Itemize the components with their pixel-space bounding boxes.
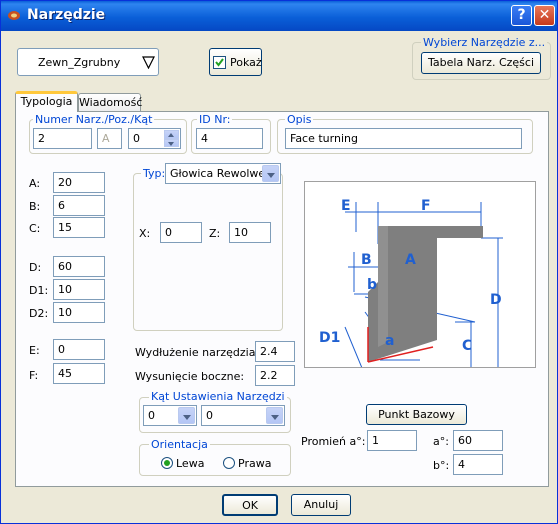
description-field[interactable]: Face turning xyxy=(285,128,522,149)
dim-d-label: D: xyxy=(29,261,42,274)
description-group-label: Opis xyxy=(285,113,314,126)
base-point-button[interactable]: Punkt Bazowy xyxy=(366,404,467,425)
dim-f-field[interactable]: 45 xyxy=(53,363,105,384)
dim-d1-label: D1: xyxy=(29,284,49,297)
tool-table-button[interactable]: Tabela Narz. Części xyxy=(421,52,541,74)
angle-setting-label: Kąt Ustawienia Narzędzi xyxy=(149,390,287,403)
diagram-label-b: B xyxy=(361,252,372,268)
angle-a-value: 0 xyxy=(148,409,155,422)
angle-b-value: 0 xyxy=(206,409,213,422)
checkmark-icon xyxy=(215,58,224,67)
extension-label: Wydłużenie narzędzia: xyxy=(135,346,260,359)
orientation-label: Orientacja xyxy=(149,438,210,451)
angle-b-deg-label: b°: xyxy=(433,459,450,472)
dim-d1-field[interactable]: 10 xyxy=(53,279,105,300)
angle-a-select[interactable]: 0 xyxy=(143,405,197,426)
app-icon xyxy=(8,11,20,20)
tab-typologia[interactable]: Typologia xyxy=(15,91,78,112)
choose-tool-group-label: Wybierz Narzędzie z... xyxy=(421,36,548,49)
show-label: Pokaż xyxy=(230,56,262,69)
diagram-label-c: C xyxy=(462,338,472,354)
diagram-label-d: D xyxy=(490,292,502,308)
id-group-label: ID Nr: xyxy=(197,113,233,126)
dim-b-field[interactable]: 6 xyxy=(53,195,105,216)
type-label: Typ: xyxy=(141,167,168,180)
x-field[interactable]: 0 xyxy=(160,222,202,243)
type-group xyxy=(133,173,283,331)
dim-e-label: E: xyxy=(29,344,40,357)
show-toggle[interactable]: Pokaż xyxy=(209,48,262,76)
tool-diagram: E F B A b D D1 a C D2 xyxy=(304,181,536,368)
dim-b-label: B: xyxy=(29,200,41,213)
dim-f-label: F: xyxy=(29,369,39,382)
x-label: X: xyxy=(139,227,151,240)
dim-c-field[interactable]: 15 xyxy=(53,217,105,238)
chevron-down-icon[interactable] xyxy=(178,407,195,424)
title-bar[interactable]: Narzędzie ? ✕ xyxy=(1,1,557,31)
side-label: Wysunięcie boczne: xyxy=(135,370,245,383)
dim-c-label: C: xyxy=(29,222,41,235)
triangle-down-icon xyxy=(142,56,155,69)
z-field[interactable]: 10 xyxy=(229,222,271,243)
diagram-label-e: E xyxy=(341,198,351,214)
dim-a-label: A: xyxy=(29,177,41,190)
angle-stepper-value: 0 xyxy=(133,132,140,145)
radius-field[interactable]: 1 xyxy=(367,430,417,451)
angle-stepper[interactable]: 0 xyxy=(128,128,181,149)
diagram-label-a: A xyxy=(405,252,416,268)
spin-up-icon[interactable] xyxy=(164,130,179,139)
window-title: Narzędzie xyxy=(27,7,106,23)
orientation-right-radio[interactable] xyxy=(223,457,235,469)
type-select-value: Głowica Rewolwero xyxy=(170,167,277,180)
z-label: Z: xyxy=(209,227,221,240)
cancel-button[interactable]: Anuluj xyxy=(291,494,351,516)
angle-b-deg-field[interactable]: 4 xyxy=(453,454,503,475)
angle-a-deg-label: a°: xyxy=(433,435,449,448)
dim-d2-field[interactable]: 10 xyxy=(53,302,105,323)
close-icon[interactable]: ✕ xyxy=(534,5,555,26)
radius-label: Promień a°: xyxy=(301,435,366,448)
diagram-label-d1: D1 xyxy=(319,330,340,346)
show-checkbox[interactable] xyxy=(213,56,226,69)
angle-a-deg-field[interactable]: 60 xyxy=(453,430,503,451)
help-icon[interactable]: ? xyxy=(511,5,532,26)
orientation-left-radio[interactable] xyxy=(161,457,173,469)
side-field[interactable]: 2.2 xyxy=(255,365,295,386)
diagram-label-a-small: a xyxy=(385,333,394,349)
chevron-down-icon[interactable] xyxy=(262,165,279,182)
tool-number-field[interactable]: 2 xyxy=(33,128,92,149)
type-select[interactable]: Głowica Rewolwero xyxy=(165,163,281,184)
angle-b-select[interactable]: 0 xyxy=(201,405,285,426)
tool-select-value: Zewn_Zgrubny xyxy=(38,56,121,69)
chevron-down-icon[interactable] xyxy=(266,407,283,424)
diagram-label-b-small: b xyxy=(367,277,377,293)
diagram-label-f: F xyxy=(421,198,431,214)
tab-wiadomosc[interactable]: Wiadomość xyxy=(78,93,142,112)
dim-d-field[interactable]: 60 xyxy=(53,256,105,277)
position-field: A xyxy=(97,128,122,149)
angle-spin[interactable] xyxy=(164,130,179,147)
tool-select[interactable]: Zewn_Zgrubny xyxy=(17,48,159,76)
extension-field[interactable]: 2.4 xyxy=(255,341,295,362)
number-group-label: Numer Narz./Poz./Kąt xyxy=(33,113,155,126)
dialog-window: Narzędzie ? ✕ Zewn_Zgrubny Pokaż Wybierz… xyxy=(0,0,558,524)
spin-down-icon[interactable] xyxy=(164,138,179,147)
ok-button[interactable]: OK xyxy=(222,494,278,516)
orientation-right-label[interactable]: Prawa xyxy=(238,457,271,470)
dim-d2-label: D2: xyxy=(29,307,49,320)
dim-a-field[interactable]: 20 xyxy=(53,172,105,193)
id-field[interactable]: 4 xyxy=(196,128,263,149)
dim-e-field[interactable]: 0 xyxy=(53,339,105,360)
orientation-left-label[interactable]: Lewa xyxy=(176,457,204,470)
tool-diagram-svg: E F B A b D D1 a C D2 xyxy=(319,198,503,367)
